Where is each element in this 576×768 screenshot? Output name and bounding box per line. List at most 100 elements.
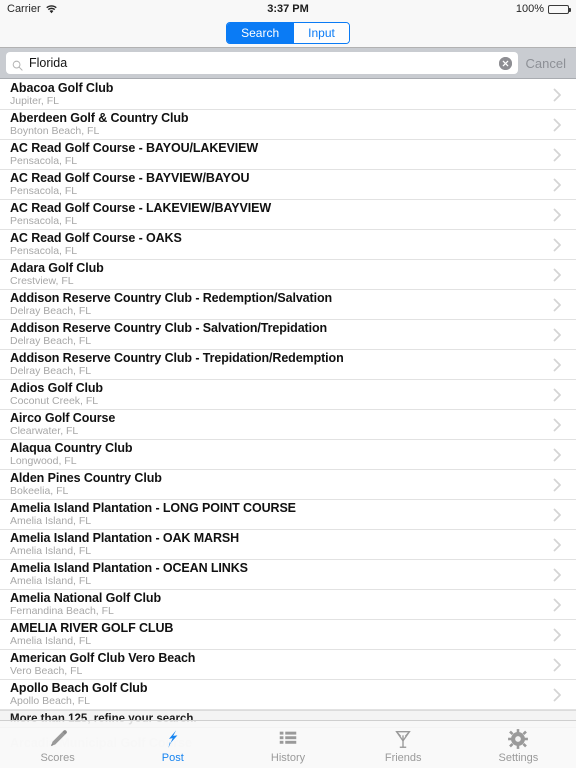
table-row[interactable]: Abacoa Golf Club Jupiter, FL [0,80,576,110]
table-row[interactable]: AC Read Golf Course - OAKS Pensacola, FL [0,230,576,260]
row-text: Airco Golf Course Clearwater, FL [10,411,553,438]
app-root: Carrier 3:37 PM 100% Search Input Florid… [0,0,576,768]
course-name: Airco Golf Course [10,411,116,425]
pin-icon [162,727,184,751]
chevron-right-icon [553,178,562,192]
course-name: Addison Reserve Country Club - Trepidati… [10,351,344,365]
table-row[interactable]: AC Read Golf Course - LAKEVIEW/BAYVIEW Pe… [0,200,576,230]
status-bar-left: Carrier [7,3,57,15]
table-row[interactable]: Amelia Island Plantation - OCEAN LINKS Am… [0,560,576,590]
table-row[interactable]: Addison Reserve Country Club - Salvation… [0,320,576,350]
chevron-right-icon [553,688,562,702]
course-name: AC Read Golf Course - OAKS [10,231,182,245]
table-row[interactable]: Alaqua Country Club Longwood, FL [0,440,576,470]
gear-icon [507,727,529,751]
pencil-icon [47,727,69,751]
mode-segmented-control[interactable]: Search Input [226,21,350,44]
search-input-value[interactable]: Florida [29,57,493,70]
course-location: Bokeelia, FL [10,485,69,497]
course-location: Amelia Island, FL [10,635,92,647]
chevron-right-icon [553,538,562,552]
course-location: Delray Beach, FL [10,335,92,347]
search-results-list[interactable]: Abacoa Golf Club Jupiter, FL Aberdeen Golf… [0,80,576,768]
row-text: AC Read Golf Course - BAYOU/LAKEVIEW Pens… [10,141,553,168]
course-location: Pensacola, FL [10,155,78,167]
table-row[interactable]: Addison Reserve Country Club - Trepidati… [0,350,576,380]
row-text: Amelia National Golf Club Fernandina Beac… [10,591,553,618]
row-text: Amelia Island Plantation - OCEAN LINKS Am… [10,561,553,588]
tab-label-post: Post [161,752,184,764]
course-name: Aberdeen Golf & Country Club [10,111,189,125]
chevron-right-icon [553,328,562,342]
table-row[interactable]: AC Read Golf Course - BAYVIEW/BAYOU Pensa… [0,170,576,200]
row-text: Alaqua Country Club Longwood, FL [10,441,553,468]
course-location: Longwood, FL [10,455,77,467]
course-name: Apollo Beach Golf Club [10,681,148,695]
carrier-label: Carrier [7,3,41,15]
course-name: Amelia National Golf Club [10,591,161,605]
row-text: Alden Pines Country Club Bokeelia, FL [10,471,553,498]
table-row[interactable]: Apollo Beach Golf Club Apollo Beach, FL [0,680,576,710]
course-name: Alaqua Country Club [10,441,133,455]
chevron-right-icon [553,568,562,582]
tab-settings[interactable]: Settings [461,721,576,768]
course-name: Addison Reserve Country Club - Salvation… [10,321,328,335]
table-row[interactable]: Adara Golf Club Crestview, FL [0,260,576,290]
tab-scores[interactable]: Scores [0,721,115,768]
course-location: Pensacola, FL [10,245,78,257]
results-rows: Abacoa Golf Club Jupiter, FL Aberdeen Golf… [0,80,576,710]
cancel-button[interactable]: Cancel [524,56,570,71]
course-location: Amelia Island, FL [10,515,92,527]
course-location: Pensacola, FL [10,215,78,227]
tab-label-settings: Settings [498,752,539,764]
table-row[interactable]: Adios Golf Club Coconut Creek, FL [0,380,576,410]
table-row[interactable]: Alden Pines Country Club Bokeelia, FL [0,470,576,500]
search-input[interactable]: Florida [6,52,518,74]
course-location: Fernandina Beach, FL [10,605,114,617]
table-row[interactable]: Amelia Island Plantation - OAK MARSH Amel… [0,530,576,560]
nav-bar: Search Input [0,18,576,48]
trophy-icon [392,727,414,751]
status-bar-right: 100% [516,3,571,15]
table-row[interactable]: AMELIA RIVER GOLF CLUB Amelia Island, FL [0,620,576,650]
status-bar: Carrier 3:37 PM 100% [0,0,576,18]
course-location: Boynton Beach, FL [10,125,100,137]
row-text: Adios Golf Club Coconut Creek, FL [10,381,553,408]
row-text: AC Read Golf Course - LAKEVIEW/BAYVIEW Pe… [10,201,553,228]
row-text: Addison Reserve Country Club - Trepidati… [10,351,553,378]
row-text: American Golf Club Vero Beach Vero Beach,… [10,651,553,678]
chevron-right-icon [553,388,562,402]
tab-bar: Scores Post History Friends Settings [0,720,576,768]
table-row[interactable]: Aberdeen Golf & Country Club Boynton Beac… [0,110,576,140]
chevron-right-icon [553,658,562,672]
chevron-right-icon [553,148,562,162]
table-row[interactable]: Airco Golf Course Clearwater, FL [0,410,576,440]
tab-friends[interactable]: Friends [346,721,461,768]
table-row[interactable]: Amelia National Golf Club Fernandina Beac… [0,590,576,620]
course-name: American Golf Club Vero Beach [10,651,196,665]
row-text: Apollo Beach Golf Club Apollo Beach, FL [10,681,553,708]
tab-post[interactable]: Post [115,721,230,768]
battery-icon [548,4,571,14]
course-name: Adara Golf Club [10,261,104,275]
table-row[interactable]: American Golf Club Vero Beach Vero Beach,… [0,650,576,680]
segment-search[interactable]: Search [227,22,294,43]
table-row[interactable]: Addison Reserve Country Club - Redemptio… [0,290,576,320]
row-text: Aberdeen Golf & Country Club Boynton Beac… [10,111,553,138]
course-name: Addison Reserve Country Club - Redemptio… [10,291,333,305]
table-row[interactable]: Amelia Island Plantation - LONG POINT CO… [0,500,576,530]
clear-icon[interactable] [498,56,512,70]
search-bar: Florida Cancel [0,48,576,79]
course-name: AC Read Golf Course - LAKEVIEW/BAYVIEW [10,201,272,215]
row-text: AMELIA RIVER GOLF CLUB Amelia Island, FL [10,621,553,648]
row-text: Amelia Island Plantation - LONG POINT CO… [10,501,553,528]
course-name: Amelia Island Plantation - LONG POINT CO… [10,501,296,515]
chevron-right-icon [553,268,562,282]
row-text: Addison Reserve Country Club - Salvation… [10,321,553,348]
table-row[interactable]: AC Read Golf Course - BAYOU/LAKEVIEW Pens… [0,140,576,170]
segment-input[interactable]: Input [293,22,349,43]
chevron-right-icon [553,448,562,462]
tab-history[interactable]: History [230,721,345,768]
course-name: Alden Pines Country Club [10,471,162,485]
list-icon [277,727,299,751]
